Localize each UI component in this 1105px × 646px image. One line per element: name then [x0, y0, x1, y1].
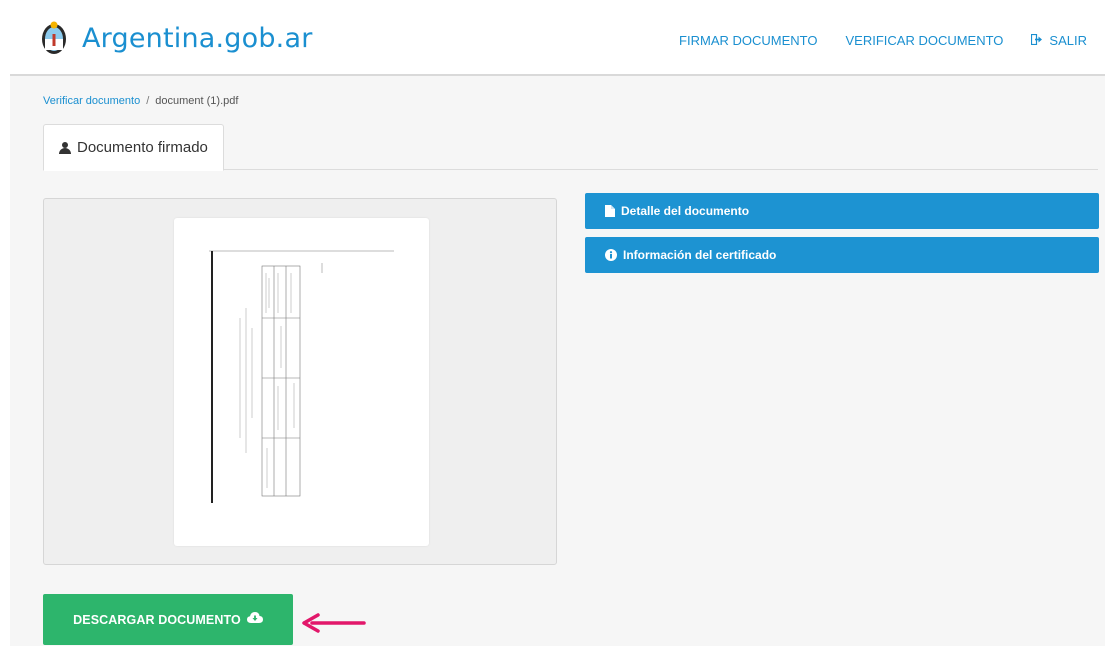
- detalle-documento-button[interactable]: Detalle del documento: [585, 193, 1099, 229]
- breadcrumb-separator: /: [146, 95, 150, 107]
- brand-title: Argentina.gob.ar: [82, 22, 313, 54]
- breadcrumb-current: document (1).pdf: [155, 95, 239, 107]
- info-circle-icon: [605, 249, 617, 261]
- tab-label: Documento firmado: [77, 139, 208, 156]
- nav-verificar-documento[interactable]: VERIFICAR DOCUMENTO: [845, 33, 1003, 48]
- annotation-arrow-icon: [302, 613, 366, 633]
- argentina-shield-icon: [42, 21, 66, 54]
- detalle-documento-label: Detalle del documento: [621, 204, 750, 218]
- user-icon: [59, 141, 71, 154]
- tab-documento-firmado[interactable]: Documento firmado: [43, 124, 224, 171]
- informacion-certificado-label: Información del certificado: [623, 248, 777, 262]
- tab-bar: Documento firmado: [43, 124, 1098, 171]
- nav-salir[interactable]: SALIR: [1031, 33, 1087, 48]
- breadcrumb-verificar-link[interactable]: Verificar documento: [43, 95, 140, 107]
- breadcrumb: Verificar documento / document (1).pdf: [43, 95, 238, 107]
- file-icon: [605, 205, 615, 217]
- main-nav: FIRMAR DOCUMENTO VERIFICAR DOCUMENTO SAL…: [651, 33, 1087, 48]
- informacion-certificado-button[interactable]: Información del certificado: [585, 237, 1099, 273]
- descargar-documento-label: DESCARGAR DOCUMENTO: [73, 612, 241, 627]
- document-preview-area: [43, 198, 557, 565]
- top-navbar: Argentina.gob.ar FIRMAR DOCUMENTO VERIFI…: [10, 0, 1105, 76]
- cloud-download-icon: [246, 612, 263, 627]
- nav-salir-label: SALIR: [1049, 33, 1087, 48]
- descargar-documento-button[interactable]: DESCARGAR DOCUMENTO: [43, 594, 293, 645]
- document-page-image: [209, 250, 394, 503]
- brand[interactable]: Argentina.gob.ar: [40, 20, 313, 56]
- document-thumbnail: [174, 218, 429, 546]
- sign-out-icon: [1031, 33, 1043, 48]
- nav-firmar-documento[interactable]: FIRMAR DOCUMENTO: [679, 33, 817, 48]
- page: Argentina.gob.ar FIRMAR DOCUMENTO VERIFI…: [10, 0, 1105, 646]
